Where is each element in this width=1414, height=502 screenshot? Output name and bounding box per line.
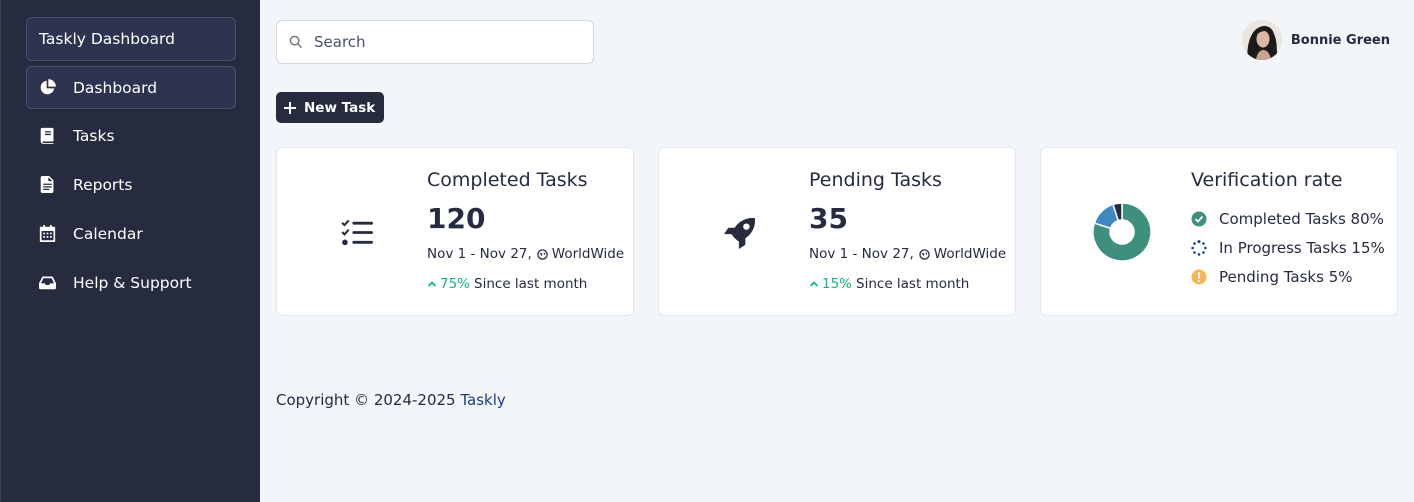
date-range: Nov 1 - Nov 27, WorldWide: [427, 246, 624, 262]
chart-pie-icon: [39, 79, 61, 97]
new-task-button[interactable]: New Task: [276, 92, 385, 123]
globe-icon: [919, 248, 930, 260]
tasks-icon: [339, 216, 377, 250]
chevron-up-icon: [427, 281, 437, 287]
footer-brand-link[interactable]: Taskly: [460, 391, 505, 409]
spinner-icon: [1191, 240, 1207, 256]
card-title: Pending Tasks: [809, 169, 942, 191]
date-range-text: Nov 1 - Nov 27,: [427, 246, 532, 262]
copyright-text: Copyright © 2024-2025: [276, 391, 456, 409]
sidebar-item-label: Dashboard: [73, 78, 158, 97]
new-task-label: New Task: [304, 99, 376, 116]
inbox-icon: [39, 274, 61, 292]
sidebar-item-tasks[interactable]: Tasks: [26, 114, 236, 157]
check-circle-icon: [1191, 211, 1207, 227]
sidebar-item-help-support[interactable]: Help & Support: [26, 261, 236, 304]
search-input[interactable]: [314, 33, 574, 51]
verification-donut: [1092, 202, 1152, 262]
legend-pending: Pending Tasks 5%: [1191, 268, 1352, 286]
date-range: Nov 1 - Nov 27, WorldWide: [809, 246, 1006, 262]
exclamation-circle-icon: [1191, 269, 1207, 285]
card-value: 120: [427, 202, 486, 235]
legend-label: In Progress Tasks 15%: [1219, 239, 1385, 257]
sidebar-item-calendar[interactable]: Calendar: [26, 212, 236, 255]
trend-text: Since last month: [856, 276, 970, 292]
book-icon: [39, 127, 61, 145]
chevron-up-icon: [809, 281, 819, 287]
region-text: WorldWide: [551, 246, 625, 262]
brand-title[interactable]: Taskly Dashboard: [26, 17, 236, 61]
sidebar-item-label: Calendar: [73, 224, 143, 243]
card-title: Completed Tasks: [427, 169, 588, 191]
trend-up: 75%: [427, 276, 470, 292]
date-range-text: Nov 1 - Nov 27,: [809, 246, 914, 262]
footer: Copyright © 2024-2025 Taskly: [276, 391, 506, 409]
card-value: 35: [809, 202, 848, 235]
trend-up: 15%: [809, 276, 852, 292]
legend-completed: Completed Tasks 80%: [1191, 210, 1384, 228]
legend-in-progress: In Progress Tasks 15%: [1191, 239, 1385, 257]
region-text: WorldWide: [933, 246, 1007, 262]
calendar-icon: [39, 225, 61, 243]
search-icon: [289, 35, 303, 49]
trend-value: 75%: [440, 276, 471, 292]
sidebar: Taskly Dashboard Dashboard Tasks Reports…: [0, 0, 260, 502]
sidebar-item-label: Help & Support: [73, 273, 192, 292]
card-title: Verification rate: [1191, 169, 1343, 191]
sidebar-item-label: Tasks: [73, 126, 115, 145]
trend-text: Since last month: [474, 276, 588, 292]
avatar[interactable]: [1241, 20, 1282, 60]
completed-tasks-card: Completed Tasks 120 Nov 1 - Nov 27, Worl…: [276, 147, 634, 316]
pending-tasks-card: Pending Tasks 35 Nov 1 - Nov 27, WorldWi…: [658, 147, 1016, 316]
search-box[interactable]: [276, 20, 594, 64]
sidebar-item-label: Reports: [73, 175, 133, 194]
legend-label: Completed Tasks 80%: [1219, 210, 1384, 228]
trend: 75% Since last month: [427, 276, 587, 292]
user-name: Bonnie Green: [1290, 32, 1390, 48]
sidebar-item-reports[interactable]: Reports: [26, 163, 236, 206]
verification-rate-card: Verification rate Completed Tasks 80% In…: [1040, 147, 1398, 316]
file-icon: [39, 176, 61, 194]
rocket-icon: [721, 216, 759, 250]
trend: 15% Since last month: [809, 276, 969, 292]
trend-value: 15%: [822, 276, 853, 292]
plus-icon: [284, 101, 296, 114]
user-menu[interactable]: Bonnie Green: [1241, 20, 1390, 60]
legend-label: Pending Tasks 5%: [1219, 268, 1353, 286]
globe-icon: [537, 248, 548, 260]
sidebar-item-dashboard[interactable]: Dashboard: [26, 66, 236, 109]
